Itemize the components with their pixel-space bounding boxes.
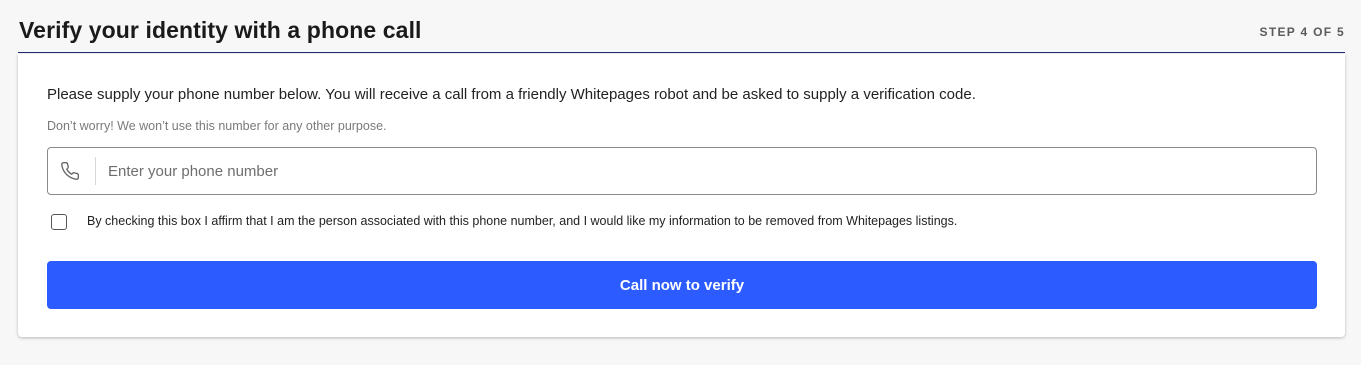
affirm-label[interactable]: By checking this box I affirm that I am … (87, 214, 957, 228)
verification-card: Please supply your phone number below. Y… (18, 54, 1345, 337)
phone-number-input[interactable] (108, 149, 1298, 193)
page-title: Verify your identity with a phone call (19, 17, 422, 43)
privacy-note: Don’t worry! We won’t use this number fo… (47, 119, 387, 133)
phone-number-field[interactable] (47, 147, 1317, 195)
page-header: Verify your identity with a phone call S… (18, 0, 1345, 53)
call-now-button[interactable]: Call now to verify (47, 261, 1317, 309)
input-divider (95, 157, 96, 185)
step-indicator: STEP 4 OF 5 (1259, 25, 1345, 39)
intro-text: Please supply your phone number below. Y… (47, 86, 976, 103)
affirm-checkbox[interactable] (51, 214, 67, 230)
phone-icon (60, 161, 80, 181)
